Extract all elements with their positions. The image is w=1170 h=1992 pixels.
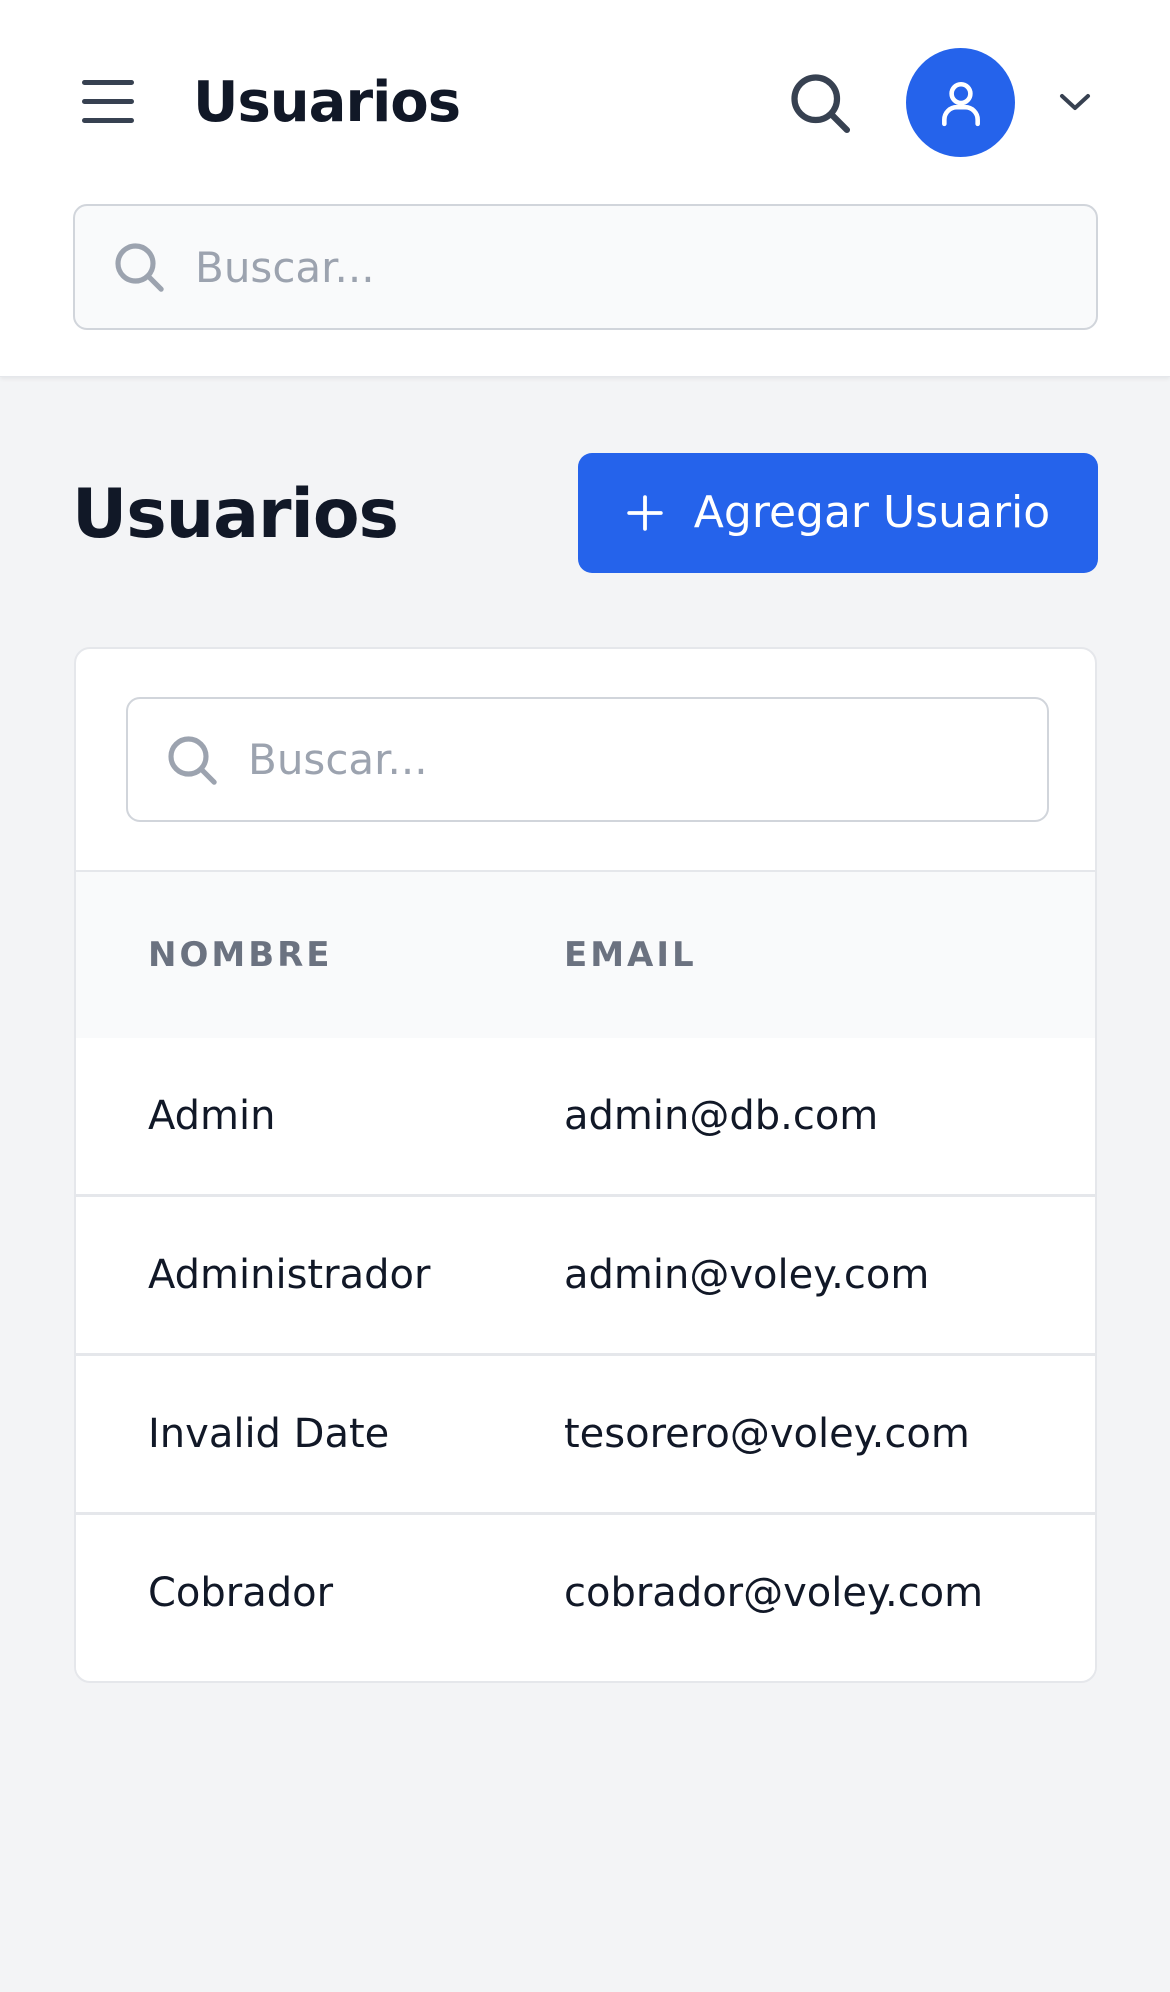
users-table: NOMBRE EMAIL Admin admin@db.com Administ… [76,872,1095,1674]
column-header-email: EMAIL [564,935,697,975]
user-name-cell: Cobrador [148,1570,334,1616]
user-name-cell: Invalid Date [148,1411,390,1457]
table-search-area [76,649,1095,872]
user-name-cell: Administrador [148,1252,431,1298]
table-search-input[interactable] [248,735,1008,784]
table-row[interactable]: Invalid Date tesorero@voley.com [76,1356,1095,1515]
page-title: Usuarios [72,475,399,554]
user-email-cell: admin@voley.com [564,1252,930,1298]
add-user-button[interactable]: Agregar Usuario [578,453,1098,573]
user-icon [941,81,980,126]
table-row[interactable]: Admin admin@db.com [76,1038,1095,1197]
user-avatar-button[interactable] [906,48,1015,157]
user-email-cell: tesorero@voley.com [564,1411,970,1457]
add-user-label: Agregar Usuario [693,487,1051,538]
table-header: NOMBRE EMAIL [76,872,1095,1038]
hamburger-menu-icon[interactable] [76,76,140,128]
app-title: Usuarios [193,70,461,135]
header-search-input[interactable] [195,242,955,292]
top-header: Usuarios [0,0,1170,377]
user-email-cell: admin@db.com [564,1093,879,1139]
search-icon[interactable] [786,69,854,137]
user-name-cell: Admin [148,1093,276,1139]
user-email-cell: cobrador@voley.com [564,1570,984,1616]
users-card: NOMBRE EMAIL Admin admin@db.com Administ… [74,647,1097,1683]
chevron-down-icon[interactable] [1057,88,1093,116]
table-row[interactable]: Cobrador cobrador@voley.com [76,1515,1095,1674]
table-search-box [126,697,1049,822]
header-search-box [73,204,1098,330]
table-row[interactable]: Administrador admin@voley.com [76,1197,1095,1356]
search-icon [168,735,217,785]
column-header-nombre: NOMBRE [148,935,333,975]
search-icon [115,243,164,292]
plus-icon [627,495,663,531]
